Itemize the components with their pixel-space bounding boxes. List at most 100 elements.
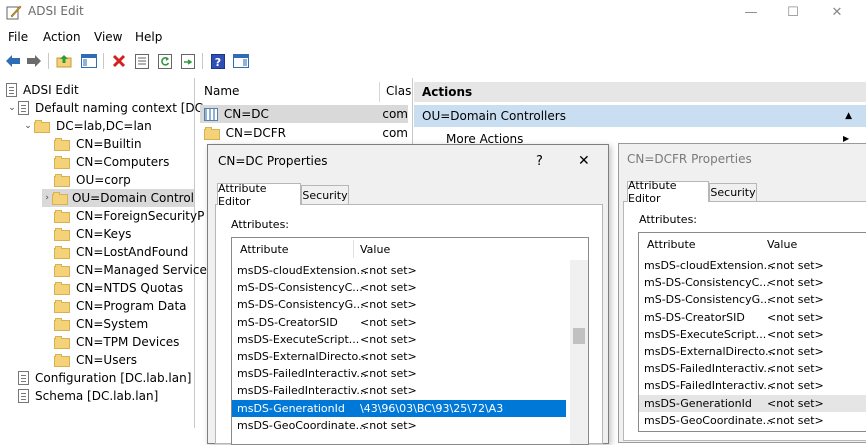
attribute-row[interactable]: mS-DS-ConsistencyG... <not set>: [639, 291, 866, 308]
tab-attribute-editor[interactable]: Attribute Editor: [217, 182, 301, 208]
show-hide-tree-icon[interactable]: [80, 52, 98, 70]
tree-item[interactable]: CN=Keys: [42, 225, 131, 243]
attribute-row[interactable]: msDS-FailedInteractiv... <not set>: [232, 365, 566, 382]
menu-action[interactable]: Action: [43, 30, 81, 44]
tree-item[interactable]: CN=Users: [42, 351, 137, 369]
up-folder-icon[interactable]: [55, 52, 73, 70]
column-header-attribute[interactable]: Attribute: [647, 233, 696, 255]
column-header-value[interactable]: Value: [360, 238, 390, 260]
folder-icon: [54, 137, 70, 151]
tree-root-adsi-edit[interactable]: ADSI Edit: [6, 81, 79, 99]
attribute-row[interactable]: msDS-ExternalDirecto... <not set>: [232, 348, 566, 365]
folder-icon: [54, 173, 70, 187]
menu-help[interactable]: Help: [135, 30, 162, 44]
attribute-row[interactable]: msDS-FailedInteractiv... <not set>: [639, 360, 866, 377]
attribute-row[interactable]: msDS-GenerationId <not set>: [639, 394, 866, 412]
naming-context-icon: [18, 371, 29, 385]
help-icon[interactable]: ?: [209, 52, 227, 70]
scrollbar-thumb[interactable]: [573, 328, 585, 344]
forward-arrow-icon[interactable]: [25, 52, 43, 70]
help-button[interactable]: ?: [536, 154, 543, 169]
list-item-cn-dc[interactable]: CN=DC com: [200, 105, 408, 123]
attribute-row[interactable]: msDS-ExecuteScript... <not set>: [232, 331, 566, 348]
attribute-row[interactable]: mS-DS-CreatorSID <not set>: [232, 314, 566, 331]
menu-view[interactable]: View: [94, 30, 122, 44]
tree-item-label: OU=corp: [76, 173, 131, 187]
attribute-row[interactable]: msDS-GeoCoordinate... <not set>: [639, 412, 866, 429]
tab-security[interactable]: Security: [301, 185, 349, 205]
minimize-button[interactable]: —: [728, 0, 774, 24]
tree-item[interactable]: CN=Computers: [42, 153, 169, 171]
properties-icon[interactable]: [133, 52, 151, 70]
collapse-chevron-icon[interactable]: ⌄: [22, 121, 34, 131]
collapse-up-icon[interactable]: ▲: [845, 111, 852, 121]
tree-item[interactable]: CN=ForeignSecurityP: [42, 207, 204, 225]
attribute-name: msDS-FailedInteractiv...: [644, 362, 774, 376]
tree-item[interactable]: CN=TPM Devices: [42, 333, 179, 351]
show-hide-action-pane-icon[interactable]: [232, 52, 250, 70]
tree-item[interactable]: CN=NTDS Quotas: [42, 279, 183, 297]
attribute-name: msDS-FailedInteractiv...: [237, 384, 367, 398]
tab-attribute-editor[interactable]: Attribute Editor: [627, 179, 709, 205]
tree-item[interactable]: CN=LostAndFound: [42, 243, 188, 261]
tab-security[interactable]: Security: [709, 183, 757, 202]
tree-item[interactable]: CN=System: [42, 315, 148, 333]
attribute-row[interactable]: msDS-ExecuteScript... <not set>: [639, 326, 866, 343]
maximize-button[interactable]: ☐: [770, 0, 816, 24]
toolbar-separator: [103, 53, 104, 69]
attribute-value: <not set>: [360, 298, 417, 312]
attributes-list[interactable]: Attribute Value msDS-cloudExtension... <n…: [638, 232, 866, 432]
collapse-chevron-icon[interactable]: ⌄: [6, 103, 18, 113]
dialog-close-button[interactable]: ✕: [578, 153, 590, 169]
actions-section-domain-controllers[interactable]: OU=Domain Controllers ▲: [414, 105, 866, 127]
menu-file[interactable]: File: [8, 30, 28, 44]
attribute-value: <not set>: [767, 276, 824, 290]
attribute-row[interactable]: msDS-GenerationId \43\96\03\BC\93\25\72\A…: [232, 399, 566, 417]
naming-context-icon: [18, 389, 29, 403]
attribute-row[interactable]: msDS-FailedInteractiv... <not set>: [639, 377, 866, 394]
tree-item-label: Schema [DC.lab.lan]: [35, 389, 159, 403]
tree-item[interactable]: CN=Program Data: [42, 297, 187, 315]
tree-item[interactable]: CN=Managed Service: [42, 261, 207, 279]
list-item-class: com: [382, 107, 408, 121]
attribute-value: <not set>: [360, 350, 417, 363]
column-header-value[interactable]: Value: [767, 233, 797, 255]
tree-item[interactable]: › OU=Domain Control: [42, 189, 194, 207]
tree-item[interactable]: ⌄ DC=lab,DC=lan: [22, 117, 152, 135]
expand-chevron-icon[interactable]: ›: [42, 193, 52, 203]
attribute-row[interactable]: mS-DS-ConsistencyC... <not set>: [232, 279, 566, 296]
attribute-row[interactable]: msDS-GeoCoordinate... <not set>: [232, 417, 566, 434]
close-button[interactable]: ✕: [814, 0, 860, 24]
tree-item[interactable]: ⌄ Default naming context [DC.: [6, 99, 207, 117]
attribute-name: msDS-ExecuteScript...: [644, 327, 767, 341]
actions-section-label: OU=Domain Controllers: [422, 109, 566, 123]
refresh-icon[interactable]: [156, 52, 174, 70]
attribute-row[interactable]: mS-DS-ConsistencyC... <not set>: [639, 274, 866, 291]
attribute-row[interactable]: mS-DS-ConsistencyG... <not set>: [232, 296, 566, 313]
column-header-name[interactable]: Name: [204, 80, 374, 102]
column-header-attribute[interactable]: Attribute: [240, 238, 289, 260]
column-header-class[interactable]: Clas: [386, 80, 411, 102]
attribute-row[interactable]: msDS-cloudExtension... <not set>: [232, 262, 566, 279]
attribute-row[interactable]: msDS-ExternalDirecto... <not set>: [639, 343, 866, 360]
attribute-value: <not set>: [360, 384, 417, 398]
attribute-row[interactable]: msDS-cloudExtension... <not set>: [639, 257, 866, 274]
tree-item[interactable]: Schema [DC.lab.lan]: [6, 387, 158, 405]
attribute-row[interactable]: mS-DS-CreatorSID <not set>: [639, 309, 866, 326]
tree-item[interactable]: OU=corp: [42, 171, 131, 189]
back-arrow-icon[interactable]: [4, 52, 22, 70]
attribute-row[interactable]: msDS-FailedInteractiv... <not set>: [232, 382, 566, 399]
list-item-cn-dcfr[interactable]: CN=DCFR com: [200, 124, 408, 142]
tree-item[interactable]: CN=Builtin: [42, 135, 142, 153]
attribute-name: mS-DS-ConsistencyG...: [644, 293, 771, 307]
toolbar-separator: [48, 53, 49, 69]
tree-item-label: CN=ForeignSecurityP: [76, 209, 205, 223]
tree-item[interactable]: Configuration [DC.lab.lan]: [6, 369, 191, 387]
vertical-scrollbar[interactable]: [570, 260, 588, 444]
folder-icon: [54, 263, 70, 277]
export-list-icon[interactable]: [179, 52, 197, 70]
tree-item-label: Default naming context [DC.: [35, 101, 207, 115]
attributes-list[interactable]: Attribute Value msDS-cloudExtension... <n…: [231, 237, 589, 445]
delete-icon[interactable]: [110, 52, 128, 70]
column-divider: [379, 82, 380, 102]
